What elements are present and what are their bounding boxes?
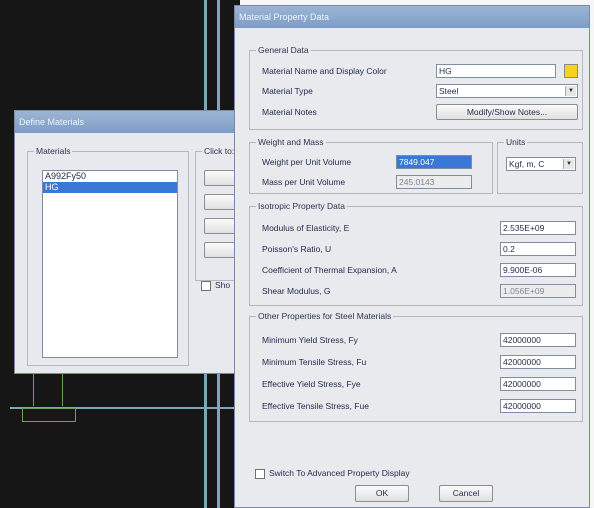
material-name-label: Material Name and Display Color <box>262 66 387 76</box>
elasticity-input[interactable]: 2.535E+09 <box>500 221 576 235</box>
frame-element <box>33 372 63 406</box>
units-select[interactable]: Kgf, m, C ▼ <box>506 157 576 171</box>
shear-modulus-label: Shear Modulus, G <box>262 286 331 296</box>
units-value: Kgf, m, C <box>509 159 545 169</box>
fue-input[interactable]: 42000000 <box>500 399 576 413</box>
cancel-button[interactable]: Cancel <box>439 485 493 502</box>
modify-show-notes-button[interactable]: Modify/Show Notes... <box>436 104 578 120</box>
shear-modulus-input: 1.056E+09 <box>500 284 576 298</box>
click-to-group: Click to: <box>195 146 239 281</box>
show-advanced-label: Sho <box>215 280 231 290</box>
delete-material-button[interactable] <box>204 242 238 258</box>
thermal-expansion-input[interactable]: 9.900E-06 <box>500 263 576 277</box>
advanced-display-label: Switch To Advanced Property Display <box>269 468 410 478</box>
weight-mass-group: Weight and Mass Weight per Unit Volume 7… <box>249 137 493 194</box>
material-type-select[interactable]: Steel ▼ <box>436 84 578 98</box>
advanced-display-checkbox[interactable] <box>255 469 265 479</box>
define-materials-titlebar[interactable]: Define Materials <box>15 111 245 133</box>
material-property-title: Material Property Data <box>239 12 330 22</box>
material-property-titlebar[interactable]: Material Property Data <box>235 6 589 28</box>
ok-button[interactable]: OK <box>355 485 409 502</box>
mass-per-volume-label: Mass per Unit Volume <box>262 177 346 187</box>
material-name-input[interactable]: HG <box>436 64 556 78</box>
fy-input[interactable]: 42000000 <box>500 333 576 347</box>
modify-material-button[interactable] <box>204 218 238 234</box>
fue-label: Effective Tensile Stress, Fue <box>262 401 369 411</box>
weight-per-volume-label: Weight per Unit Volume <box>262 157 352 167</box>
define-materials-title: Define Materials <box>19 117 85 127</box>
fye-label: Effective Yield Stress, Fye <box>262 379 361 389</box>
click-to-title: Click to: <box>202 146 237 156</box>
define-materials-dialog: Define Materials Materials A992Fy50 HG C… <box>14 110 246 374</box>
weight-mass-title: Weight and Mass <box>256 137 326 147</box>
material-item-hg[interactable]: HG <box>43 182 177 193</box>
weight-per-volume-input[interactable]: 7849.047 <box>396 155 472 169</box>
chevron-down-icon: ▼ <box>565 86 576 96</box>
material-type-value: Steel <box>439 86 459 96</box>
units-group: Units Kgf, m, C ▼ <box>497 137 583 194</box>
frame-element <box>22 408 76 422</box>
show-advanced-checkbox[interactable] <box>201 281 211 291</box>
fye-input[interactable]: 42000000 <box>500 377 576 391</box>
steel-properties-group: Other Properties for Steel Materials Min… <box>249 311 583 422</box>
material-property-dialog: Material Property Data General Data Mate… <box>234 5 590 508</box>
materials-group: Materials A992Fy50 HG <box>27 146 189 366</box>
chevron-down-icon: ▼ <box>563 159 574 169</box>
isotropic-title: Isotropic Property Data <box>256 201 347 211</box>
material-notes-label: Material Notes <box>262 107 317 117</box>
units-title: Units <box>504 137 528 147</box>
materials-list[interactable]: A992Fy50 HG <box>42 170 178 358</box>
isotropic-group: Isotropic Property Data Modulus of Elast… <box>249 201 583 306</box>
elasticity-label: Modulus of Elasticity, E <box>262 223 350 233</box>
fu-label: Minimum Tensile Stress, Fu <box>262 357 367 367</box>
thermal-expansion-label: Coefficient of Thermal Expansion, A <box>262 265 397 275</box>
mass-per-volume-input: 245.0143 <box>396 175 472 189</box>
material-item-a992fy50[interactable]: A992Fy50 <box>43 171 177 182</box>
steel-properties-title: Other Properties for Steel Materials <box>256 311 394 321</box>
material-type-label: Material Type <box>262 86 313 96</box>
general-data-title: General Data <box>256 45 311 55</box>
poisson-label: Poisson's Ratio, U <box>262 244 332 254</box>
add-material-button[interactable] <box>204 170 238 186</box>
fu-input[interactable]: 42000000 <box>500 355 576 369</box>
materials-group-title: Materials <box>34 146 73 156</box>
display-color-swatch[interactable] <box>564 64 578 78</box>
poisson-input[interactable]: 0.2 <box>500 242 576 256</box>
add-copy-button[interactable] <box>204 194 238 210</box>
general-data-group: General Data Material Name and Display C… <box>249 45 583 130</box>
fy-label: Minimum Yield Stress, Fy <box>262 335 358 345</box>
